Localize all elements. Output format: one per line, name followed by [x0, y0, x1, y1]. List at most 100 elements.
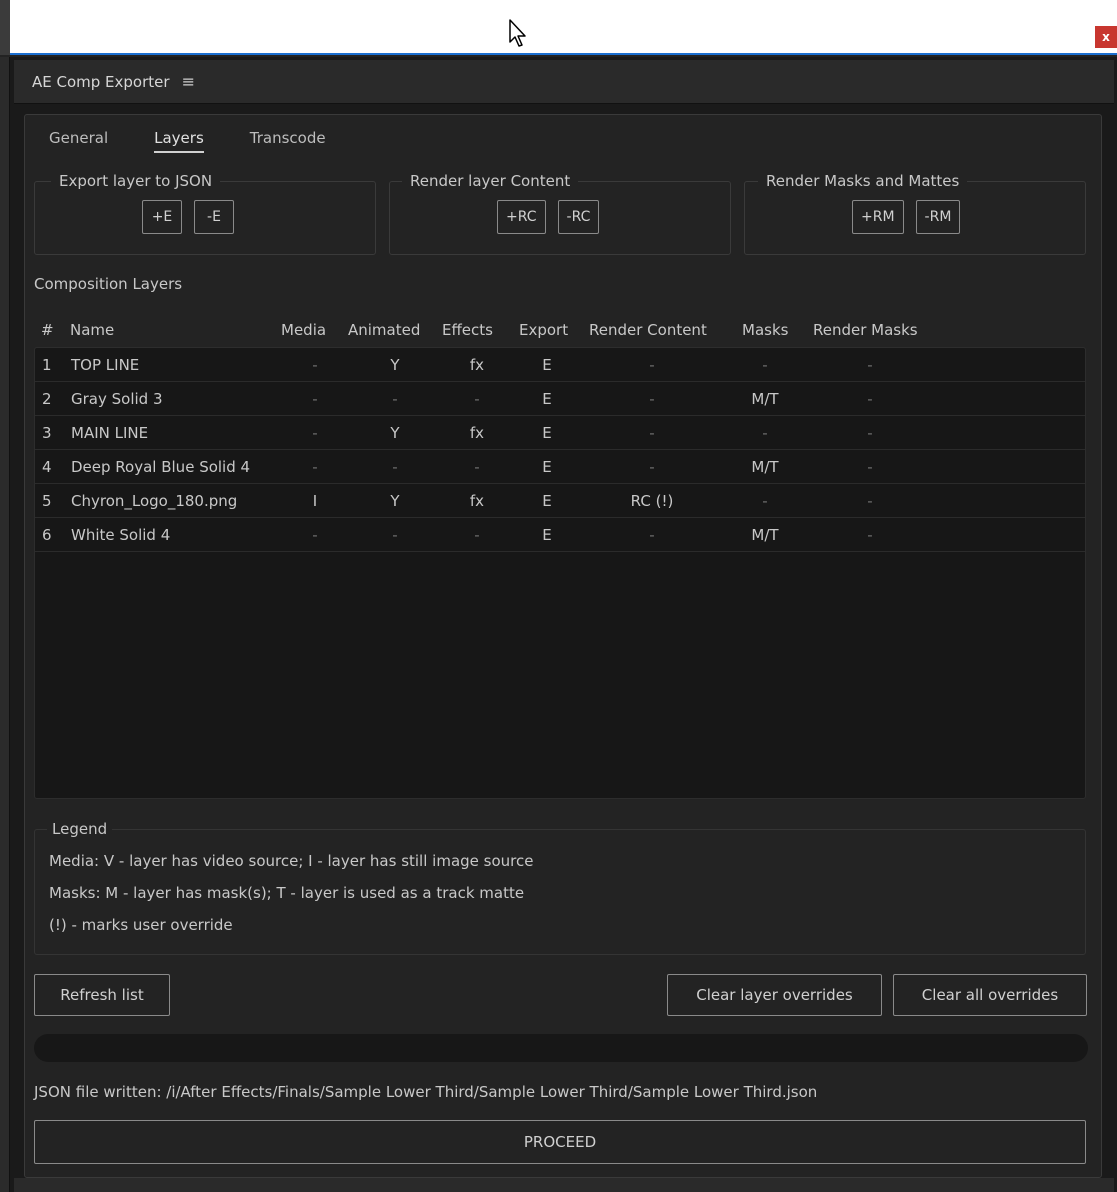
left-rail	[0, 57, 10, 1192]
panel-header: AE Comp Exporter ≡	[14, 60, 1114, 104]
export-cell: E	[542, 424, 552, 442]
close-button[interactable]: x	[1095, 26, 1117, 48]
column-header-effects[interactable]: Effects	[442, 321, 493, 339]
media-cell: -	[312, 356, 318, 374]
tab-layers[interactable]: Layers	[154, 129, 204, 153]
hamburger-menu-icon[interactable]: ≡	[182, 72, 195, 91]
render-masks-cell: -	[867, 492, 873, 510]
export-cell: E	[542, 458, 552, 476]
masks-cell: -	[762, 492, 768, 510]
media-cell: -	[312, 526, 318, 544]
column-header-masks[interactable]: Masks	[742, 321, 788, 339]
effects-cell: fx	[469, 356, 485, 374]
add-export-button[interactable]: +E	[142, 200, 182, 234]
row-number: 6	[42, 526, 52, 544]
window-left-edge	[0, 0, 10, 55]
masks-cell: -	[762, 356, 768, 374]
masks-cell: M/T	[751, 458, 779, 476]
legend-masks-line: Masks: M - layer has mask(s); T - layer …	[49, 884, 525, 902]
row-number: 2	[42, 390, 52, 408]
export-cell: E	[542, 390, 552, 408]
effects-cell: fx	[469, 492, 485, 510]
media-cell: -	[312, 458, 318, 476]
animated-cell: -	[392, 390, 398, 408]
clear-all-overrides-button[interactable]: Clear all overrides	[893, 974, 1087, 1016]
export-cell: E	[542, 526, 552, 544]
row-number: 4	[42, 458, 52, 476]
column-header-number[interactable]: #	[41, 321, 54, 339]
proceed-button[interactable]: PROCEED	[34, 1120, 1086, 1164]
table-row[interactable]: 2 Gray Solid 3 - - - E - M/T -	[35, 382, 1085, 416]
render-content-cell: -	[649, 424, 655, 442]
progress-bar	[34, 1034, 1088, 1062]
table-row[interactable]: 1 TOP LINE - Y fx E - - -	[35, 348, 1085, 382]
effects-cell: -	[474, 458, 480, 476]
tab-bar: General Layers Transcode	[49, 129, 372, 153]
export-json-group-title: Export layer to JSON	[51, 172, 221, 190]
legend-override-line: (!) - marks user override	[49, 916, 233, 934]
animated-cell: Y	[390, 356, 400, 374]
render-masks-group: Render Masks and Mattes +RM -RM	[744, 172, 1086, 255]
export-cell: E	[542, 492, 552, 510]
export-cell: E	[542, 356, 552, 374]
mouse-cursor-icon	[509, 19, 526, 47]
media-cell: -	[312, 424, 318, 442]
layer-name: TOP LINE	[71, 356, 140, 374]
row-number: 1	[42, 356, 52, 374]
status-message: JSON file written: /i/After Effects/Fina…	[34, 1083, 818, 1101]
render-content-cell: -	[649, 458, 655, 476]
tab-transcode[interactable]: Transcode	[250, 129, 326, 153]
render-masks-cell: -	[867, 526, 873, 544]
render-masks-group-title: Render Masks and Mattes	[758, 172, 968, 190]
column-header-export[interactable]: Export	[519, 321, 568, 339]
render-content-cell: RC (!)	[630, 492, 674, 510]
effects-cell: fx	[469, 424, 485, 442]
add-render-content-button[interactable]: +RC	[497, 200, 546, 234]
column-header-name[interactable]: Name	[70, 321, 114, 339]
clear-layer-overrides-button[interactable]: Clear layer overrides	[667, 974, 882, 1016]
masks-cell: M/T	[751, 390, 779, 408]
bottom-bar	[14, 1178, 1114, 1192]
render-content-group-title: Render layer Content	[402, 172, 579, 190]
column-header-render-masks[interactable]: Render Masks	[813, 321, 918, 339]
animated-cell: -	[392, 458, 398, 476]
refresh-list-button[interactable]: Refresh list	[34, 974, 170, 1016]
layer-name: White Solid 4	[71, 526, 171, 544]
layer-name: Chyron_Logo_180.png	[71, 492, 238, 510]
column-header-animated[interactable]: Animated	[348, 321, 420, 339]
animated-cell: -	[392, 526, 398, 544]
masks-cell: -	[762, 424, 768, 442]
render-masks-cell: -	[867, 390, 873, 408]
render-masks-cell: -	[867, 424, 873, 442]
composition-layers-label: Composition Layers	[34, 275, 183, 293]
column-header-render-content[interactable]: Render Content	[589, 321, 707, 339]
legend-box: Legend Media: V - layer has video source…	[34, 820, 1086, 955]
render-masks-cell: -	[867, 356, 873, 374]
export-json-group: Export layer to JSON +E -E	[34, 172, 376, 255]
table-row[interactable]: 3 MAIN LINE - Y fx E - - -	[35, 416, 1085, 450]
layers-table: 1 TOP LINE - Y fx E - - - 2 Gray Solid 3…	[34, 347, 1086, 799]
row-number: 3	[42, 424, 52, 442]
masks-cell: M/T	[751, 526, 779, 544]
render-content-cell: -	[649, 390, 655, 408]
panel-title: AE Comp Exporter	[32, 72, 170, 91]
window-title-bar: x	[0, 0, 1117, 55]
add-render-masks-button[interactable]: +RM	[852, 200, 904, 234]
remove-render-content-button[interactable]: -RC	[557, 200, 600, 234]
table-row[interactable]: 5 Chyron_Logo_180.png I Y fx E RC (!) - …	[35, 484, 1085, 518]
legend-media-line: Media: V - layer has video source; I - l…	[49, 852, 534, 870]
render-content-cell: -	[649, 526, 655, 544]
effects-cell: -	[474, 390, 480, 408]
table-row[interactable]: 6 White Solid 4 - - - E - M/T -	[35, 518, 1085, 552]
column-header-media[interactable]: Media	[281, 321, 326, 339]
remove-export-button[interactable]: -E	[194, 200, 234, 234]
media-cell: I	[312, 492, 318, 510]
animated-cell: Y	[390, 424, 400, 442]
layer-name: MAIN LINE	[71, 424, 149, 442]
table-row[interactable]: 4 Deep Royal Blue Solid 4 - - - E - M/T …	[35, 450, 1085, 484]
layer-name: Gray Solid 3	[71, 390, 163, 408]
effects-cell: -	[474, 526, 480, 544]
render-content-group: Render layer Content +RC -RC	[389, 172, 731, 255]
remove-render-masks-button[interactable]: -RM	[915, 200, 961, 234]
tab-general[interactable]: General	[49, 129, 108, 153]
